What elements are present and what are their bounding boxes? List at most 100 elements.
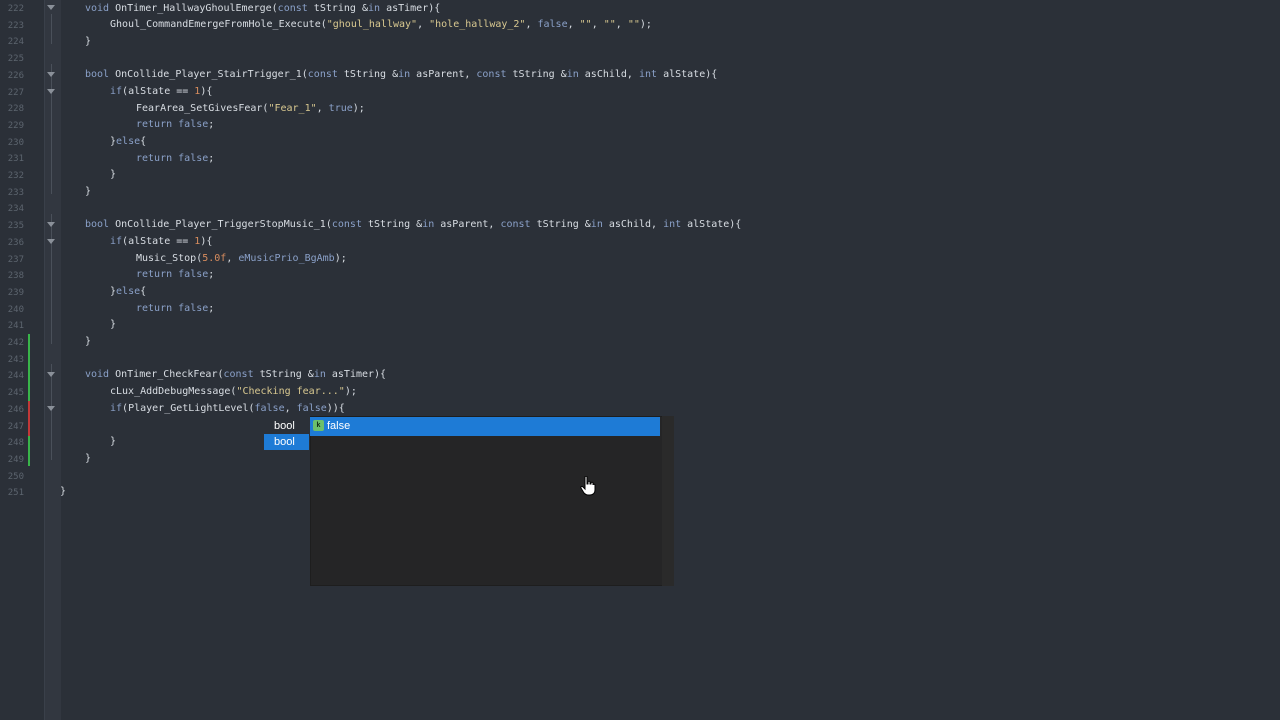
code-token: OnTimer_CheckFear( (109, 369, 224, 380)
code-token: eMusicPrio_BgAmb (238, 253, 335, 264)
fold-column (44, 0, 61, 720)
code-token: ; (208, 119, 215, 130)
line-number: 223 (7, 20, 24, 31)
code-token: tString & (337, 69, 399, 80)
code-line[interactable]: } (60, 484, 66, 500)
code-token: "ghoul_hallway" (326, 19, 418, 30)
code-token: OnTimer_HallwayGhoulEmerge( (109, 3, 278, 14)
code-token: const (331, 219, 362, 230)
autocomplete-scrollbar[interactable] (662, 416, 674, 586)
line-number: 230 (7, 137, 24, 148)
code-token: const (223, 369, 254, 380)
code-line[interactable]: void OnTimer_HallwayGhoulEmerge(const tS… (85, 1, 440, 17)
autocomplete-popup[interactable] (310, 416, 664, 586)
code-line[interactable]: void OnTimer_CheckFear(const tString &in… (85, 367, 386, 383)
code-line[interactable]: return false; (136, 151, 214, 167)
line-number: 228 (7, 104, 24, 115)
line-number: 227 (7, 87, 24, 98)
line-number: 249 (7, 454, 24, 465)
code-token: cLux_AddDebugMessage( (110, 386, 237, 397)
fold-arrow-icon[interactable] (47, 372, 55, 377)
code-line[interactable]: }else{ (110, 134, 146, 150)
code-line[interactable]: Music_Stop(5.0f, eMusicPrio_BgAmb); (136, 251, 347, 267)
autocomplete-item-label[interactable]: false (327, 418, 350, 434)
code-line[interactable]: }else{ (110, 284, 146, 300)
code-token: , (591, 19, 604, 30)
code-line[interactable]: if(Player_GetLightLevel(false, false)){ (110, 401, 345, 417)
code-token: const (500, 219, 531, 230)
fold-arrow-icon[interactable] (47, 72, 55, 77)
line-number: 225 (7, 54, 24, 65)
line-number: 236 (7, 237, 24, 248)
code-token: false (178, 269, 209, 280)
fold-arrow-icon[interactable] (47, 89, 55, 94)
line-number: 235 (7, 221, 24, 232)
code-token: (alState == (122, 236, 195, 247)
line-number: 250 (7, 471, 24, 482)
code-token: ){ (200, 236, 213, 247)
code-line[interactable]: bool OnCollide_Player_TriggerStopMusic_1… (85, 217, 741, 233)
code-token: asParent, (410, 69, 477, 80)
fold-guide (51, 364, 52, 460)
code-token: } (85, 336, 92, 347)
code-line[interactable]: if(alState == 1){ (110, 234, 212, 250)
code-token: return (136, 269, 173, 280)
line-number: 224 (7, 37, 24, 48)
code-line[interactable]: } (85, 184, 91, 200)
line-number: 241 (7, 321, 24, 332)
code-token: false (178, 119, 209, 130)
code-token: if (110, 236, 123, 247)
code-line[interactable]: FearArea_SetGivesFear("Fear_1", true); (136, 101, 365, 117)
code-token: OnCollide_Player_TriggerStopMusic_1( (109, 219, 332, 230)
line-number: 239 (7, 287, 24, 298)
change-marker (28, 401, 30, 436)
code-token: const (277, 3, 308, 14)
fold-arrow-icon[interactable] (47, 222, 55, 227)
fold-arrow-icon[interactable] (47, 239, 55, 244)
code-token: if (110, 403, 123, 414)
code-line[interactable]: } (85, 334, 91, 350)
line-number: 248 (7, 438, 24, 449)
code-line[interactable]: } (110, 317, 116, 333)
code-line[interactable]: return false; (136, 117, 214, 133)
code-line[interactable]: } (110, 434, 116, 450)
code-line[interactable]: return false; (136, 301, 214, 317)
code-token: , (284, 403, 297, 414)
code-token: int (663, 219, 682, 230)
code-token: in (398, 69, 411, 80)
autocomplete-item-selected[interactable] (310, 417, 660, 436)
line-number: 222 (7, 4, 24, 14)
code-token: ); (344, 386, 357, 397)
code-token: tString & (253, 369, 314, 380)
code-token: ); (639, 19, 652, 30)
code-line[interactable]: cLux_AddDebugMessage("Checking fear...")… (110, 384, 357, 400)
code-token: (alState == (122, 86, 195, 97)
code-line[interactable]: Ghoul_CommandEmergeFromHole_Execute("gho… (110, 17, 652, 33)
code-line[interactable]: if(alState == 1){ (110, 84, 212, 100)
code-token: } (110, 319, 117, 330)
code-token: "Fear_1" (268, 103, 317, 114)
code-line[interactable]: } (85, 451, 91, 467)
line-number: 238 (7, 271, 24, 282)
code-token: true (328, 103, 353, 114)
code-line[interactable]: bool OnCollide_Player_StairTrigger_1(con… (85, 67, 717, 83)
code-token: in (590, 219, 603, 230)
code-token: ); (334, 253, 347, 264)
code-token: } (85, 36, 92, 47)
line-number: 247 (7, 421, 24, 432)
code-line[interactable]: } (110, 167, 116, 183)
line-number: 231 (7, 154, 24, 165)
code-line[interactable]: return false; (136, 267, 214, 283)
code-token: void (85, 369, 110, 380)
fold-arrow-icon[interactable] (47, 406, 55, 411)
code-token: FearArea_SetGivesFear( (136, 103, 269, 114)
code-token: false (537, 19, 568, 30)
code-token: Ghoul_CommandEmergeFromHole_Execute( (110, 19, 327, 30)
code-token: false (178, 303, 209, 314)
code-line[interactable]: } (85, 34, 91, 50)
code-token: "Checking fear..." (236, 386, 345, 397)
fold-guide (51, 14, 52, 44)
fold-arrow-icon[interactable] (47, 5, 55, 10)
line-number: 246 (7, 404, 24, 415)
code-token: return (136, 303, 173, 314)
